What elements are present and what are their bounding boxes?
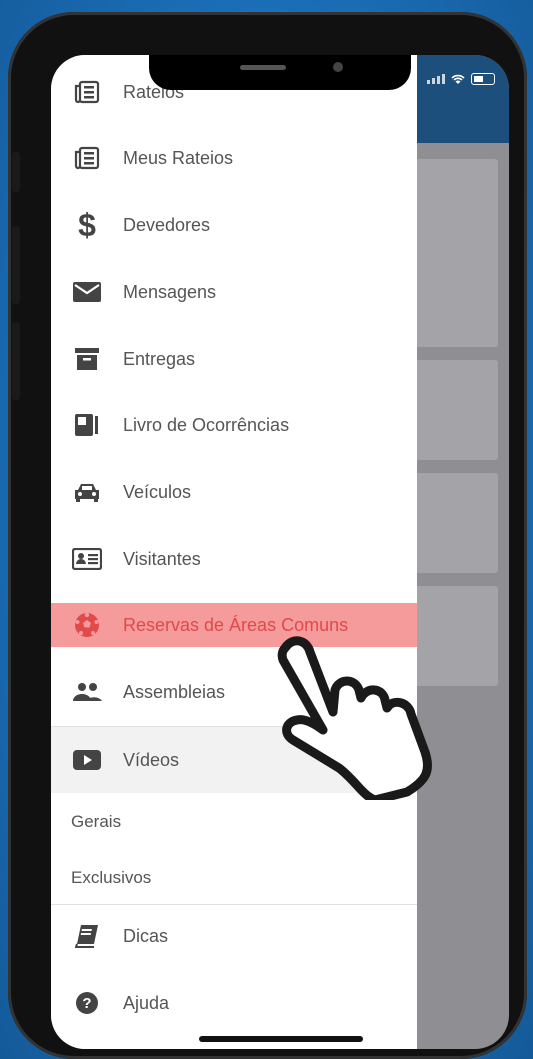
front-camera: [333, 62, 343, 72]
menu-item-entregas[interactable]: Entregas: [51, 326, 417, 392]
dollar-icon: $: [78, 206, 96, 243]
envelope-icon: [51, 282, 123, 302]
newspaper-icon: [51, 146, 123, 170]
menu-item-label: Visitantes: [123, 548, 201, 569]
menu-item-label: Livro de Ocorrências: [123, 414, 290, 435]
video-play-icon: [51, 750, 123, 770]
navigation-drawer: Rateios Meus Rateios $ Devedores Mensage…: [51, 55, 417, 1049]
menu-item-mensagens[interactable]: Mensagens: [51, 259, 417, 325]
speaker-grille: [240, 65, 286, 70]
phone-screen: Rateios Meus Rateios $ Devedores Mensage…: [51, 55, 509, 1049]
car-icon: [51, 481, 123, 503]
soccer-ball-icon: [51, 612, 123, 638]
people-icon: [51, 682, 123, 702]
menu-item-veiculos[interactable]: Veículos: [51, 459, 417, 525]
phone-frame: Rateios Meus Rateios $ Devedores Mensage…: [8, 12, 527, 1059]
menu-item-livro-ocorrencias[interactable]: Livro de Ocorrências: [51, 392, 417, 458]
book-open-icon: [51, 924, 123, 948]
signal-icon: [427, 74, 445, 84]
archive-box-icon: [51, 348, 123, 370]
menu-item-devedores[interactable]: $ Devedores: [51, 192, 417, 258]
battery-icon: [471, 73, 495, 85]
home-indicator[interactable]: [199, 1036, 363, 1042]
menu-item-label: Devedores: [123, 214, 211, 235]
book-icon: [51, 413, 123, 437]
menu-item-label: Meus Rateios: [123, 147, 234, 168]
volume-down-button: [12, 322, 20, 400]
menu-item-label: Dicas: [123, 925, 169, 946]
phone-notch: [149, 55, 411, 90]
menu-item-label: Entregas: [123, 348, 196, 369]
submenu-item-label: Exclusivos: [71, 868, 152, 887]
menu-item-label: Assembleias: [123, 681, 226, 702]
menu-item-dicas[interactable]: Dicas: [51, 903, 417, 969]
submenu-item-gerais[interactable]: Gerais: [51, 794, 417, 850]
newspaper-icon: [51, 80, 123, 104]
mute-switch: [12, 152, 20, 192]
volume-up-button: [12, 226, 20, 304]
pointing-hand-icon: [277, 636, 433, 800]
status-bar-icons: [427, 73, 495, 85]
menu-item-label: Veículos: [123, 481, 192, 502]
submenu-item-exclusivos[interactable]: Exclusivos: [51, 850, 417, 906]
svg-text:?: ?: [82, 995, 91, 1012]
menu-item-label: Vídeos: [123, 749, 180, 770]
id-card-icon: [51, 548, 123, 570]
menu-item-ajuda[interactable]: ? Ajuda: [51, 970, 417, 1036]
menu-item-visitantes[interactable]: Visitantes: [51, 526, 417, 592]
menu-item-label: Mensagens: [123, 281, 217, 302]
submenu-item-label: Gerais: [71, 812, 122, 831]
question-circle-icon: ?: [51, 991, 123, 1015]
menu-item-meus-rateios[interactable]: Meus Rateios: [51, 125, 417, 191]
menu-item-label: Ajuda: [123, 992, 170, 1013]
wifi-icon: [451, 74, 465, 84]
